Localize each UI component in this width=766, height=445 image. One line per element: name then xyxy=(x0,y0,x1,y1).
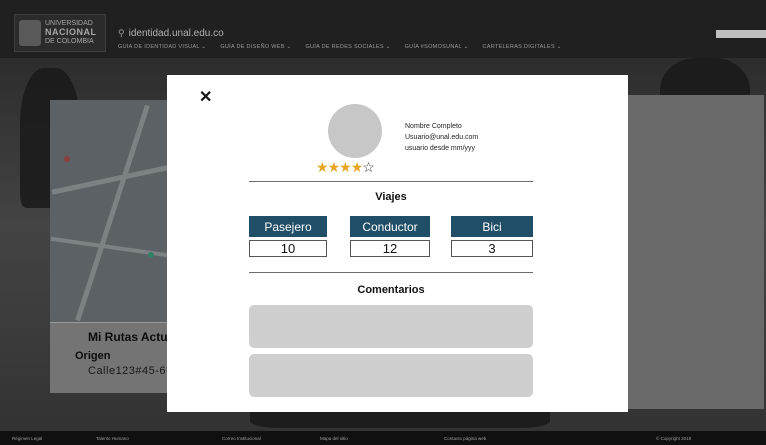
divider xyxy=(249,272,533,273)
comment-box[interactable] xyxy=(249,305,533,348)
divider xyxy=(249,181,533,182)
tab-conductor[interactable]: Conductor xyxy=(350,216,430,237)
trips-title: Viajes xyxy=(375,191,407,203)
comments-title: Comentarios xyxy=(357,284,425,296)
value-conductor: 12 xyxy=(350,240,430,257)
user-info: Nombre Completo Usuario@unal.edu.com usu… xyxy=(405,121,478,154)
user-since: usuario desde mm/yyy xyxy=(405,145,476,152)
user-email: Usuario@unal.edu.com xyxy=(405,134,479,141)
star-filled-icon: ★ xyxy=(350,159,364,175)
tab-pasajero[interactable]: Pasejero xyxy=(249,216,327,237)
user-name: Nombre Completo xyxy=(405,123,462,130)
star-filled-icon: ★ xyxy=(339,159,352,175)
star-filled-icon: ★ xyxy=(327,159,341,175)
avatar xyxy=(328,104,382,158)
value-pasajero: 10 xyxy=(249,240,327,257)
value-bici: 3 xyxy=(451,240,533,257)
close-icon[interactable]: ✕ xyxy=(199,89,212,107)
star-empty-icon: ☆ xyxy=(362,159,375,175)
comment-box[interactable] xyxy=(249,354,533,397)
star-filled-icon: ★ xyxy=(316,159,329,175)
rating-stars: ★★★★☆ xyxy=(316,159,375,175)
profile-modal: ✕ Nombre Completo Usuario@unal.edu.com u… xyxy=(167,75,628,412)
tab-bici[interactable]: Bici xyxy=(451,216,533,237)
